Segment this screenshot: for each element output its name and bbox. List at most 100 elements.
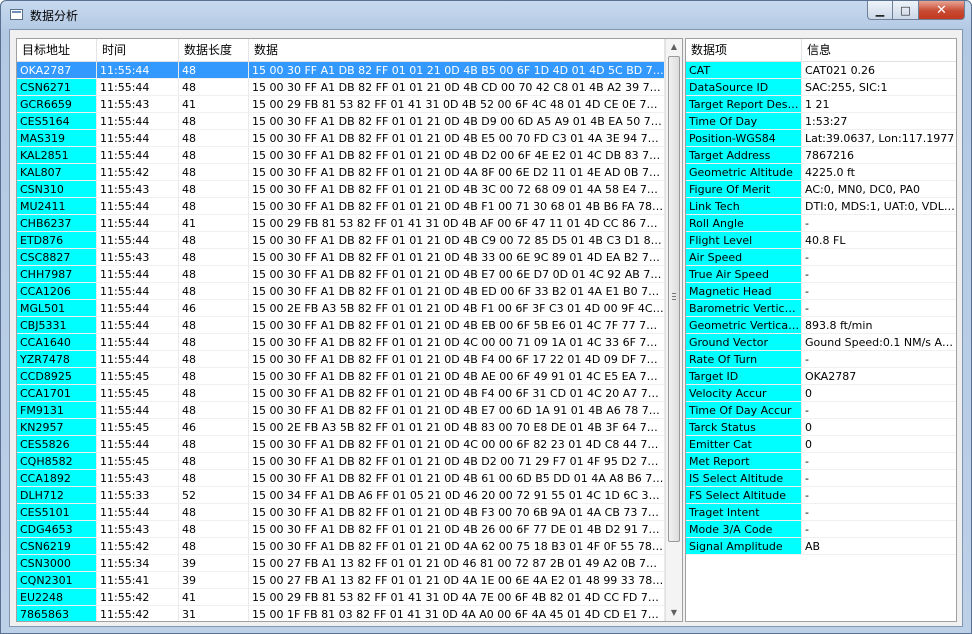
detail-body: CAT CAT021 0.26 DataSource ID SAC:255, SIC:… — [686, 62, 956, 555]
cell-field-value: - — [802, 249, 956, 265]
table-row[interactable]: OKA2787 11:55:44 48 15 00 30 FF A1 DB 82 FF… — [17, 62, 665, 79]
table-row[interactable]: CCA1206 11:55:44 48 15 00 30 FF A1 DB 82 FF… — [17, 283, 665, 300]
message-list-table[interactable]: 目标地址 时间 数据长度 数据 OKA2787 11:55:44 48 15 00 3… — [16, 38, 683, 622]
minimize-icon: ▁ — [875, 3, 885, 17]
detail-row[interactable]: DataSource ID SAC:255, SIC:1 — [686, 79, 956, 96]
table-row[interactable]: CES5164 11:55:44 48 15 00 30 FF A1 DB 82 FF… — [17, 113, 665, 130]
detail-row[interactable]: True Air Speed - — [686, 266, 956, 283]
minimize-button[interactable]: ▁ — [867, 1, 893, 20]
detail-table[interactable]: 数据项 信息 CAT CAT021 0.26 DataSource ID SAC:25… — [685, 38, 957, 622]
table-row[interactable]: MAS319 11:55:44 48 15 00 30 FF A1 DB 82 FF … — [17, 130, 665, 147]
cell-target-address: CES5101 — [17, 504, 97, 520]
detail-row[interactable]: CAT CAT021 0.26 — [686, 62, 956, 79]
cell-field-name: Air Speed — [686, 249, 802, 265]
table-row[interactable]: CQN2301 11:55:41 39 15 00 27 FB A1 13 82 FF… — [17, 572, 665, 589]
table-row[interactable]: CSN3000 11:55:34 39 15 00 27 FB A1 13 82 FF… — [17, 555, 665, 572]
column-header-data-length[interactable]: 数据长度 — [179, 39, 249, 61]
column-header-info[interactable]: 信息 — [802, 39, 956, 61]
detail-row[interactable]: Link Tech DTI:0, MDS:1, UAT:0, VDL:... — [686, 198, 956, 215]
detail-row[interactable]: Rate Of Turn - — [686, 351, 956, 368]
detail-row[interactable]: Time Of Day Accur - — [686, 402, 956, 419]
cell-field-name: Magnetic Head — [686, 283, 802, 299]
detail-row[interactable]: Geometric Vertical R... 893.8 ft/min — [686, 317, 956, 334]
detail-row[interactable]: Roll Angle - — [686, 215, 956, 232]
table-row[interactable]: CHH7987 11:55:44 48 15 00 30 FF A1 DB 82 FF… — [17, 266, 665, 283]
cell-data-length: 48 — [179, 453, 249, 469]
table-row[interactable]: CDG4653 11:55:43 48 15 00 30 FF A1 DB 82 FF… — [17, 521, 665, 538]
table-row[interactable]: CQH8582 11:55:45 48 15 00 30 FF A1 DB 82 FF… — [17, 453, 665, 470]
cell-time: 11:55:44 — [97, 79, 179, 95]
detail-row[interactable]: Tarck Status 0 — [686, 419, 956, 436]
cell-field-value: 0 — [802, 385, 956, 401]
detail-row[interactable]: Target ID OKA2787 — [686, 368, 956, 385]
table-row[interactable]: GCR6659 11:55:43 41 15 00 29 FB 81 53 82 FF… — [17, 96, 665, 113]
scroll-thumb[interactable] — [668, 56, 680, 542]
table-row[interactable]: CSN6271 11:55:44 48 15 00 30 FF A1 DB 82 FF… — [17, 79, 665, 96]
table-row[interactable]: CHB6237 11:55:44 41 15 00 29 FB 81 53 82 FF… — [17, 215, 665, 232]
table-row[interactable]: CSN6219 11:55:42 48 15 00 30 FF A1 DB 82 FF… — [17, 538, 665, 555]
scroll-up-icon[interactable]: ▲ — [666, 39, 682, 55]
message-list-scrollbar[interactable]: ▲ ▼ — [665, 39, 682, 621]
detail-row[interactable]: Geometric Altitude 4225.0 ft — [686, 164, 956, 181]
cell-target-address: EU2248 — [17, 589, 97, 605]
detail-row[interactable]: FS Select Altitude - — [686, 487, 956, 504]
column-header-time[interactable]: 时间 — [97, 39, 179, 61]
cell-target-address: MGL501 — [17, 300, 97, 316]
detail-row[interactable]: Position-WGS84 Lat:39.0637, Lon:117.1977 — [686, 130, 956, 147]
detail-row[interactable]: Target Address 7867216 — [686, 147, 956, 164]
table-row[interactable]: CES5101 11:55:44 48 15 00 30 FF A1 DB 82 FF… — [17, 504, 665, 521]
detail-row[interactable]: Emitter Cat 0 — [686, 436, 956, 453]
table-row[interactable]: MGL501 11:55:44 46 15 00 2E FB A3 5B 82 FF … — [17, 300, 665, 317]
table-row[interactable]: CCA1892 11:55:43 48 15 00 30 FF A1 DB 82 FF… — [17, 470, 665, 487]
detail-row[interactable]: Velocity Accur 0 — [686, 385, 956, 402]
detail-row[interactable]: Met Report - — [686, 453, 956, 470]
scroll-down-icon[interactable]: ▼ — [666, 605, 682, 621]
detail-row[interactable]: Air Speed - — [686, 249, 956, 266]
cell-data: 15 00 30 FF A1 DB 82 FF 01 01 21 0D 4A 8… — [249, 164, 665, 180]
detail-row[interactable]: Magnetic Head - — [686, 283, 956, 300]
table-row[interactable]: MU2411 11:55:44 48 15 00 30 FF A1 DB 82 FF … — [17, 198, 665, 215]
table-row[interactable]: KN2957 11:55:45 46 15 00 2E FB A3 5B 82 FF … — [17, 419, 665, 436]
detail-row[interactable]: Time Of Day 1:53:27 — [686, 113, 956, 130]
table-row[interactable]: CSC8827 11:55:43 48 15 00 30 FF A1 DB 82 FF… — [17, 249, 665, 266]
message-list-body: OKA2787 11:55:44 48 15 00 30 FF A1 DB 82 FF… — [17, 62, 665, 621]
cell-field-value: - — [802, 521, 956, 537]
detail-row[interactable]: Target Report Desc... 1 21 — [686, 96, 956, 113]
detail-row[interactable]: Flight Level 40.8 FL — [686, 232, 956, 249]
detail-row[interactable]: Figure Of Merit AC:0, MN0, DC0, PA0 — [686, 181, 956, 198]
cell-field-value: SAC:255, SIC:1 — [802, 79, 956, 95]
cell-field-value: - — [802, 402, 956, 418]
table-row[interactable]: ETD876 11:55:44 48 15 00 30 FF A1 DB 82 FF … — [17, 232, 665, 249]
cell-data: 15 00 30 FF A1 DB 82 FF 01 01 21 0D 4B D… — [249, 113, 665, 129]
table-row[interactable]: CSN310 11:55:43 48 15 00 30 FF A1 DB 82 FF … — [17, 181, 665, 198]
title-bar[interactable]: 数据分析 ▁ □ ✕ — [1, 1, 971, 29]
cell-field-name: Signal Amplitude — [686, 538, 802, 554]
detail-row[interactable]: Ground Vector Gound Speed:0.1 NM/s Azi... — [686, 334, 956, 351]
table-row[interactable]: DLH712 11:55:33 52 15 00 34 FF A1 DB A6 FF … — [17, 487, 665, 504]
table-row[interactable]: CES5826 11:55:44 48 15 00 30 FF A1 DB 82 FF… — [17, 436, 665, 453]
detail-row[interactable]: IS Select Altitude - — [686, 470, 956, 487]
table-row[interactable]: YZR7478 11:55:44 48 15 00 30 FF A1 DB 82 FF… — [17, 351, 665, 368]
table-row[interactable]: 7865863 11:55:42 31 15 00 1F FB 81 03 82 FF… — [17, 606, 665, 621]
table-row[interactable]: KAL2851 11:55:44 48 15 00 30 FF A1 DB 82 FF… — [17, 147, 665, 164]
column-header-field[interactable]: 数据项 — [686, 39, 802, 61]
table-row[interactable]: EU2248 11:55:42 41 15 00 29 FB 81 53 82 FF … — [17, 589, 665, 606]
table-row[interactable]: KAL807 11:55:42 48 15 00 30 FF A1 DB 82 FF … — [17, 164, 665, 181]
cell-field-value: - — [802, 283, 956, 299]
table-row[interactable]: CCA1640 11:55:44 48 15 00 30 FF A1 DB 82 FF… — [17, 334, 665, 351]
detail-row[interactable]: Traget Intent - — [686, 504, 956, 521]
detail-row[interactable]: Barometric Vertical ... - — [686, 300, 956, 317]
maximize-button[interactable]: □ — [893, 1, 919, 20]
detail-row[interactable]: Mode 3/A Code - — [686, 521, 956, 538]
column-header-target-address[interactable]: 目标地址 — [17, 39, 97, 61]
cell-data-length: 48 — [179, 368, 249, 384]
table-row[interactable]: CBJ5331 11:55:44 48 15 00 30 FF A1 DB 82 FF… — [17, 317, 665, 334]
cell-field-name: True Air Speed — [686, 266, 802, 282]
cell-field-name: Ground Vector — [686, 334, 802, 350]
close-button[interactable]: ✕ — [919, 1, 965, 20]
column-header-data[interactable]: 数据 — [249, 39, 665, 61]
table-row[interactable]: FM9131 11:55:44 48 15 00 30 FF A1 DB 82 FF … — [17, 402, 665, 419]
table-row[interactable]: CCA1701 11:55:45 48 15 00 30 FF A1 DB 82 FF… — [17, 385, 665, 402]
detail-row[interactable]: Signal Amplitude AB — [686, 538, 956, 555]
table-row[interactable]: CCD8925 11:55:45 48 15 00 30 FF A1 DB 82 FF… — [17, 368, 665, 385]
